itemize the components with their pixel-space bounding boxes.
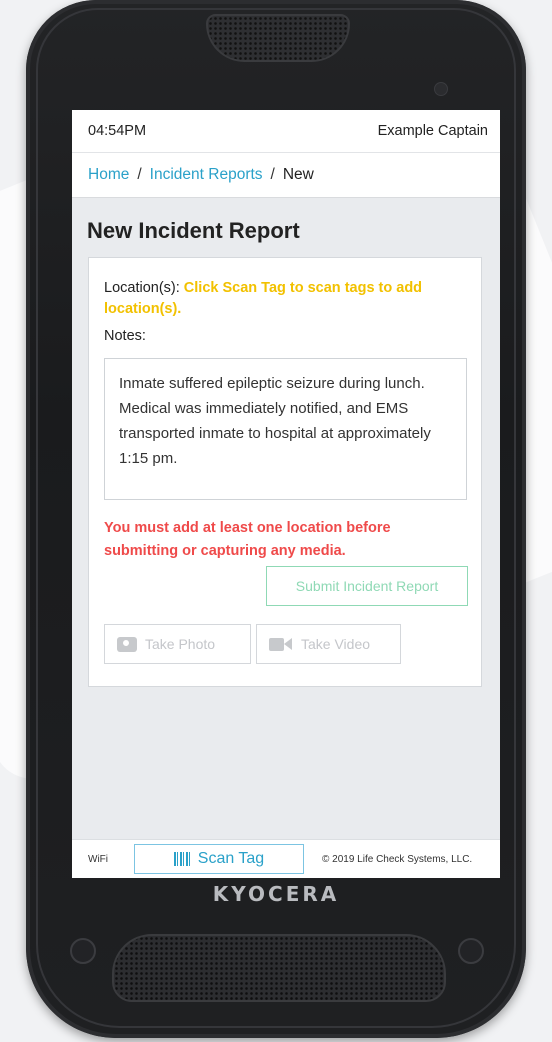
breadcrumb-home-link[interactable]: Home [88, 166, 129, 184]
notes-label: Notes: [104, 328, 146, 344]
submit-incident-report-button[interactable]: Submit Incident Report [266, 566, 468, 606]
location-label: Location(s): [104, 280, 180, 296]
screw-left [70, 938, 96, 964]
breadcrumb-separator: / [137, 166, 142, 183]
screw-right [458, 938, 484, 964]
take-photo-button[interactable]: Take Photo [104, 624, 251, 664]
bottom-speaker [112, 934, 446, 1002]
video-camera-icon [269, 637, 293, 652]
footer-bar: WiFi Scan Tag © 2019 Life Check Systems,… [72, 839, 500, 878]
location-row: Location(s): Click Scan Tag to scan tags… [104, 278, 474, 320]
breadcrumb: Home / Incident Reports / New [72, 153, 500, 198]
take-video-label: Take Video [301, 636, 371, 652]
front-camera [434, 82, 448, 96]
breadcrumb-incident-reports-link[interactable]: Incident Reports [150, 166, 263, 184]
error-message: You must add at least one location befor… [104, 520, 391, 559]
incident-form-card: Location(s): Click Scan Tag to scan tags… [88, 257, 482, 687]
status-time: 04:54PM [88, 123, 147, 139]
copyright: © 2019 Life Check Systems, LLC. [322, 853, 473, 865]
page-title: New Incident Report [87, 218, 300, 243]
device-brand: KYOCERA [212, 882, 340, 906]
wifi-status: WiFi [88, 853, 108, 865]
camera-icon [117, 636, 137, 652]
status-user: Example Captain [377, 123, 488, 139]
notes-textarea[interactable]: Inmate suffered epileptic seizure during… [104, 358, 467, 500]
breadcrumb-separator: / [270, 166, 275, 183]
barcode-icon [173, 852, 192, 866]
take-photo-label: Take Photo [145, 636, 216, 652]
app-screen: 04:54PM Example Captain Home / Incident … [72, 110, 500, 878]
scan-tag-label: Scan Tag [197, 850, 265, 867]
take-video-button[interactable]: Take Video [256, 624, 401, 664]
earpiece-speaker [206, 14, 350, 62]
scan-tag-button[interactable]: Scan Tag [134, 844, 304, 874]
status-bar: 04:54PM Example Captain [72, 110, 500, 153]
breadcrumb-current: New [282, 166, 314, 183]
